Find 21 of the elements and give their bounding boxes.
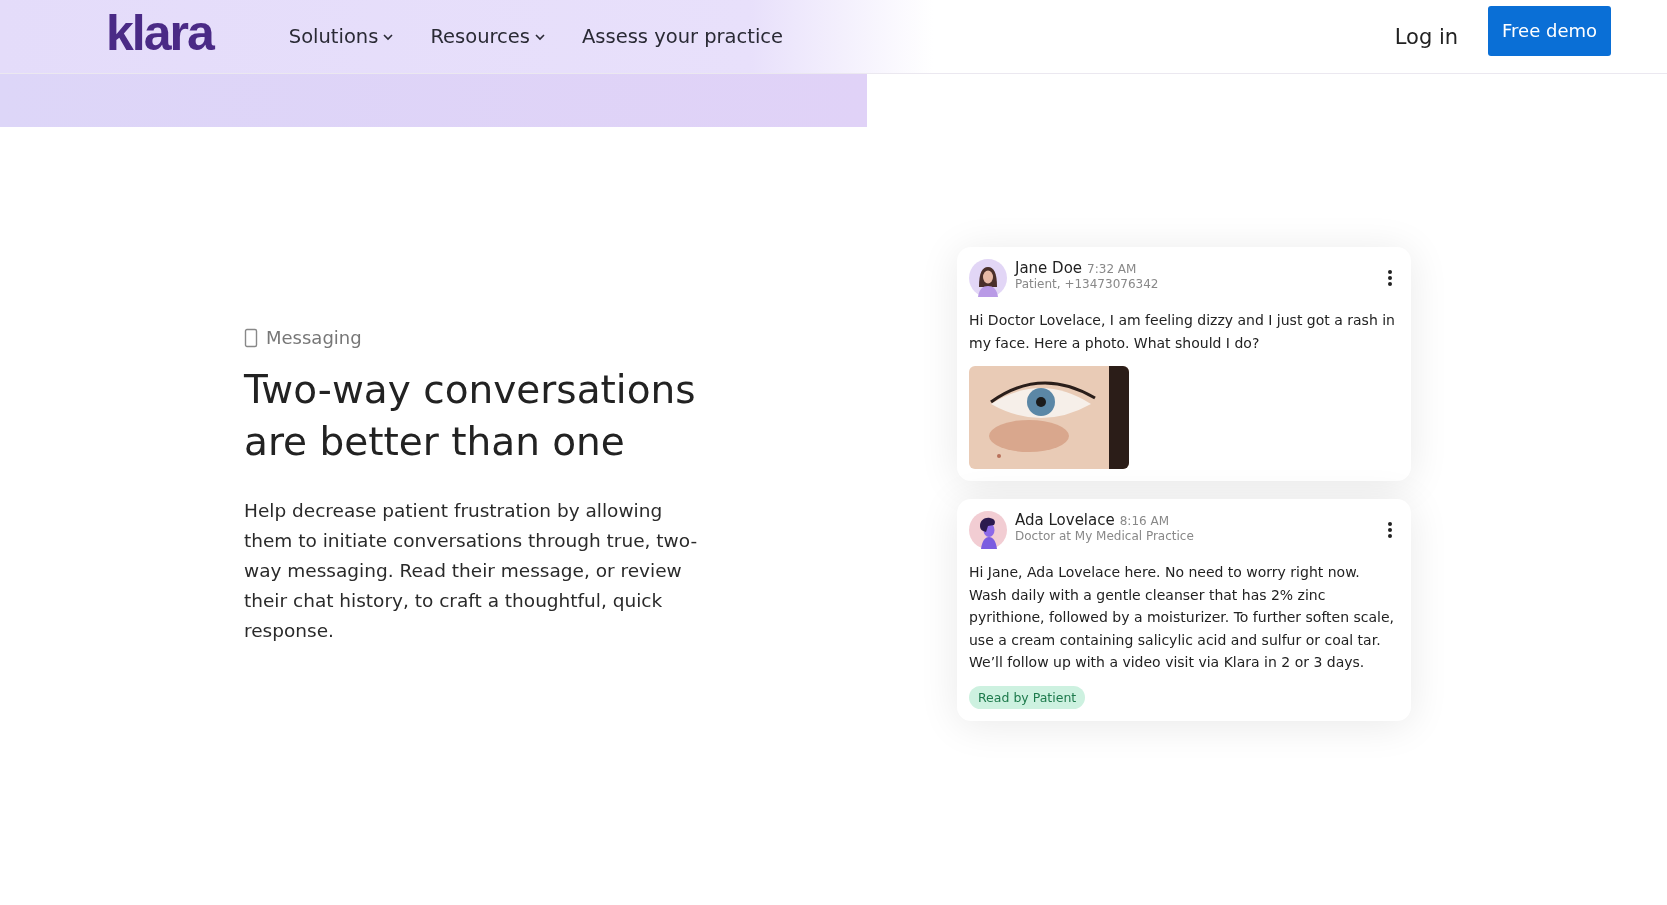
nav-link[interactable]: Solutions	[288, 25, 395, 48]
login-link[interactable]: Log in	[1394, 24, 1459, 49]
description: Help decrease patient frustration by allowing them to initiate conversations through true, two-way messaging. Read their message, or review their chat history, to craft a thoughtful, quick response.	[244, 499, 699, 643]
message-text: Hi Doctor Lovelace, I am feeling dizzy and I just got a rash in my face. Here a photo. What should I do?	[969, 311, 1396, 353]
status-tag: Read by Patient	[969, 685, 1086, 709]
sender-name: Ada Lovelace	[1015, 511, 1115, 529]
phone-icon	[244, 327, 258, 348]
avatar-icon	[969, 259, 1007, 297]
avatar-icon	[969, 511, 1007, 549]
sender-role: Patient, +13473076342	[1015, 277, 1160, 291]
sender-role: Doctor at My Medical Practice	[1015, 529, 1195, 543]
logo[interactable]: klara	[106, 7, 213, 58]
free-demo-button[interactable]: Free demo	[1488, 5, 1611, 56]
sender-name: Jane Doe	[1015, 259, 1083, 277]
message-time: 8:16 AM	[1119, 514, 1170, 528]
section-label: Messaging	[266, 327, 362, 348]
nav-link[interactable]: Assess your practice	[582, 25, 784, 48]
message-time: 7:32 AM	[1087, 262, 1137, 276]
message-text: Hi Jane, Ada Lovelace here. No need to worry right now. Wash daily with a gentle cleanser that has 2% zinc pyrithione, followed by a moisturizer. To further soften scale, use a cream containing salicylic acid and sulfur or coal tar. We’ll follow up with a video visit via Klara in 2 or 3 days.	[969, 563, 1396, 672]
heading: Two-way conversations are better than one	[244, 366, 697, 466]
nav-link[interactable]: Resources	[430, 25, 546, 48]
